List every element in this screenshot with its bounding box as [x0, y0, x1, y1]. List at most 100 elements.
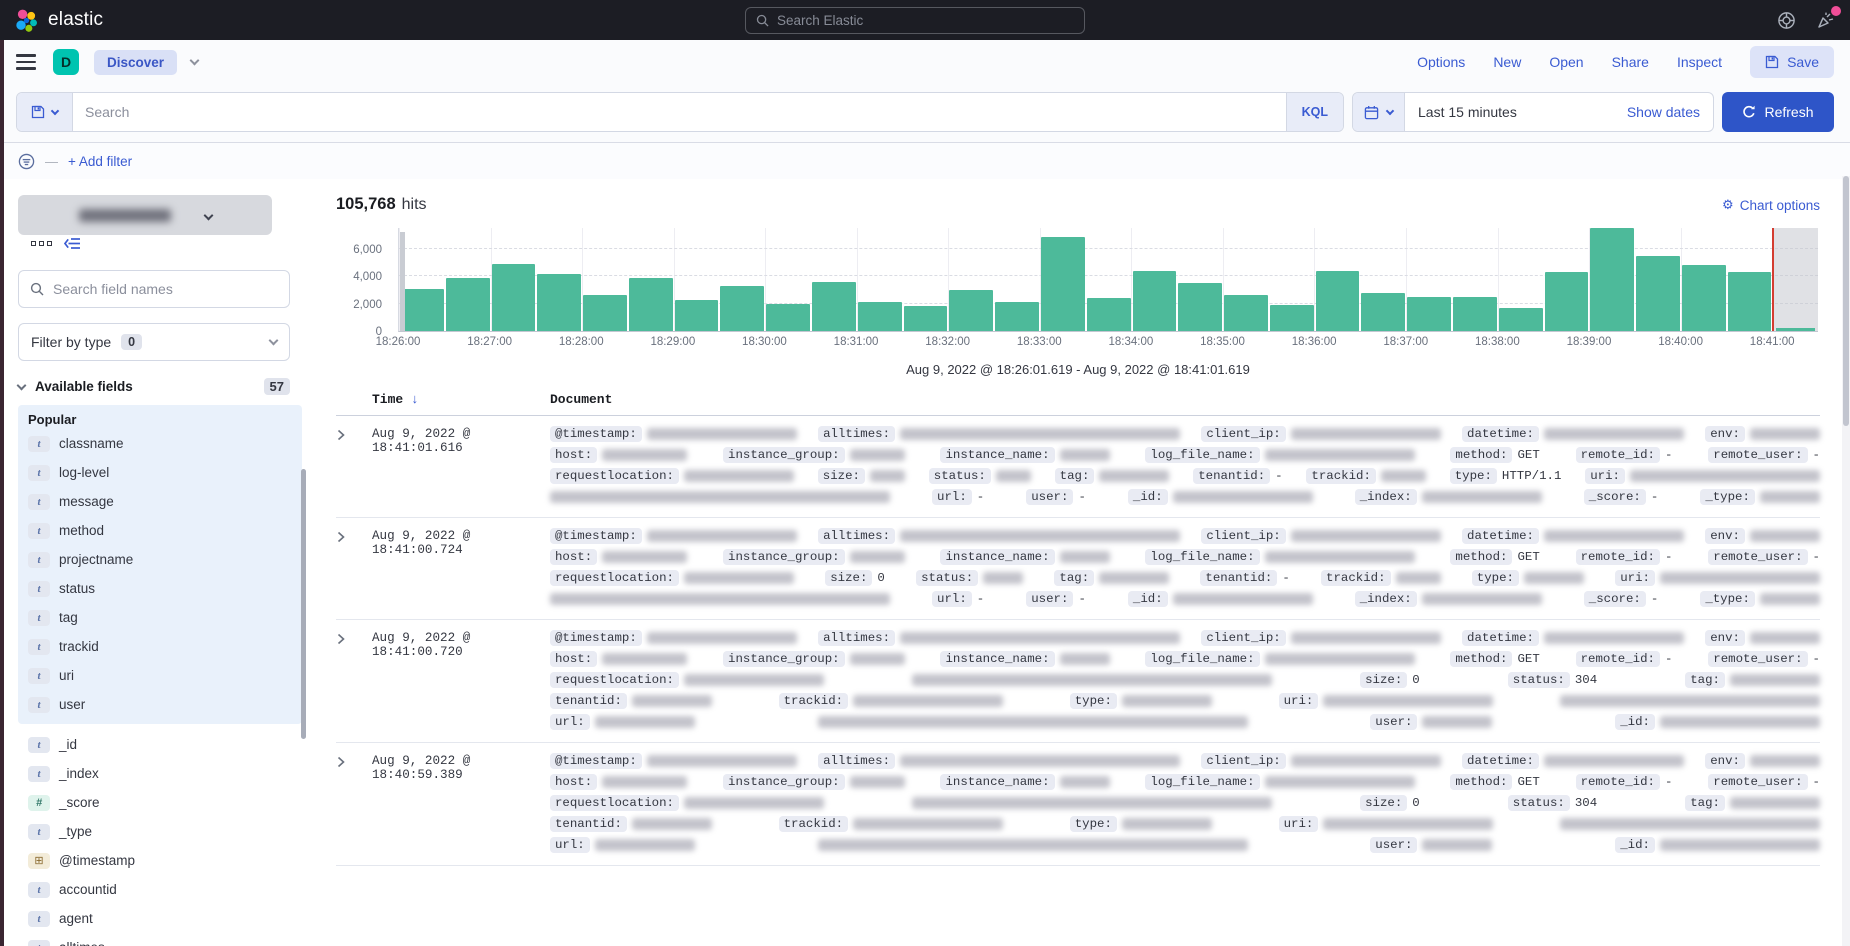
- field-item[interactable]: tlog-level: [18, 458, 302, 487]
- field-chip[interactable]: client_ip:: [1201, 753, 1285, 769]
- field-chip[interactable]: type:: [1450, 468, 1497, 484]
- field-chip[interactable]: instance_name:: [940, 774, 1054, 790]
- expand-row-button[interactable]: [336, 752, 372, 853]
- histogram-bar[interactable]: [995, 302, 1039, 331]
- time-column-header[interactable]: Time ↓: [372, 392, 550, 407]
- field-chip[interactable]: log_file_name:: [1145, 447, 1259, 463]
- share-link[interactable]: Share: [1612, 54, 1649, 70]
- field-chip[interactable]: env:: [1705, 753, 1745, 769]
- field-item[interactable]: tprojectname: [18, 545, 302, 574]
- field-item[interactable]: taccountid: [18, 875, 302, 904]
- histogram-bar[interactable]: [1453, 297, 1497, 331]
- field-chip[interactable]: instance_group:: [723, 549, 845, 565]
- field-chip[interactable]: instance_name:: [940, 651, 1054, 667]
- space-badge[interactable]: D: [53, 49, 79, 75]
- histogram-bar[interactable]: [949, 290, 993, 331]
- histogram-bar[interactable]: [1545, 272, 1589, 331]
- histogram-bar[interactable]: [1499, 308, 1543, 331]
- save-button[interactable]: Save: [1750, 46, 1834, 78]
- field-chip[interactable]: datetime:: [1462, 426, 1539, 442]
- field-chip[interactable]: remote_id:: [1576, 447, 1660, 463]
- field-chip[interactable]: remote_id:: [1576, 549, 1660, 565]
- field-chip[interactable]: alltimes:: [818, 426, 895, 442]
- field-chip[interactable]: _id:: [1615, 714, 1655, 730]
- kql-toggle[interactable]: KQL: [1286, 93, 1343, 131]
- field-item[interactable]: tclassname: [18, 429, 302, 458]
- field-chip[interactable]: type:: [1070, 693, 1117, 709]
- field-chip[interactable]: user:: [1026, 591, 1073, 607]
- field-item[interactable]: tstatus: [18, 574, 302, 603]
- field-chip[interactable]: method:: [1450, 651, 1512, 667]
- histogram-bar[interactable]: [1728, 272, 1772, 331]
- field-chip[interactable]: @timestamp:: [550, 426, 642, 442]
- add-filter-link[interactable]: + Add filter: [68, 154, 132, 169]
- filter-by-type-select[interactable]: Filter by type 0: [18, 323, 290, 361]
- field-item[interactable]: talltimes: [18, 933, 302, 946]
- field-chip[interactable]: tag:: [1685, 672, 1725, 688]
- field-chip[interactable]: url:: [932, 489, 972, 505]
- field-chip[interactable]: uri:: [1615, 570, 1655, 586]
- field-chip[interactable]: remote_user:: [1708, 651, 1807, 667]
- field-chip[interactable]: requestlocation:: [550, 672, 679, 688]
- field-chip[interactable]: url:: [932, 591, 972, 607]
- field-item[interactable]: t_id: [18, 730, 302, 759]
- options-link[interactable]: Options: [1417, 54, 1465, 70]
- field-item[interactable]: tmessage: [18, 487, 302, 516]
- newsfeed-icon[interactable]: [1816, 10, 1836, 30]
- field-chip[interactable]: instance_group:: [723, 447, 845, 463]
- field-item[interactable]: #_score: [18, 788, 302, 817]
- expand-row-button[interactable]: [336, 527, 372, 607]
- field-chip[interactable]: method:: [1450, 447, 1512, 463]
- field-chip[interactable]: user:: [1026, 489, 1073, 505]
- time-range-value[interactable]: Last 15 minutes: [1405, 104, 1530, 120]
- histogram-bar[interactable]: [1041, 237, 1085, 331]
- field-chip[interactable]: uri:: [1585, 468, 1625, 484]
- histogram-bar[interactable]: [675, 300, 719, 331]
- field-chip[interactable]: log_file_name:: [1145, 651, 1259, 667]
- field-chip[interactable]: @timestamp:: [550, 528, 642, 544]
- field-chip[interactable]: instance_group:: [723, 774, 845, 790]
- field-chip[interactable]: _index:: [1355, 591, 1417, 607]
- field-item[interactable]: ttrackid: [18, 632, 302, 661]
- field-chip[interactable]: tenantid:: [1200, 570, 1277, 586]
- field-item[interactable]: t_type: [18, 817, 302, 846]
- field-chip[interactable]: remote_user:: [1708, 774, 1807, 790]
- histogram-bar[interactable]: [1407, 297, 1451, 331]
- refresh-button[interactable]: Refresh: [1722, 92, 1834, 132]
- field-chip[interactable]: host:: [550, 774, 597, 790]
- data-view-picker[interactable]: [18, 195, 272, 235]
- menu-icon[interactable]: [16, 54, 36, 70]
- field-chip[interactable]: size:: [825, 570, 872, 586]
- field-chip[interactable]: tag:: [1054, 570, 1094, 586]
- field-chip[interactable]: _index:: [1355, 489, 1417, 505]
- field-chip[interactable]: _score:: [1584, 489, 1646, 505]
- field-item[interactable]: t_index: [18, 759, 302, 788]
- field-chip[interactable]: tenantid:: [550, 693, 627, 709]
- field-chip[interactable]: @timestamp:: [550, 630, 642, 646]
- inspect-link[interactable]: Inspect: [1677, 54, 1722, 70]
- field-chip[interactable]: url:: [550, 837, 590, 853]
- field-chip[interactable]: method:: [1450, 774, 1512, 790]
- field-chip[interactable]: size:: [1360, 795, 1407, 811]
- breadcrumb[interactable]: Discover: [94, 50, 177, 75]
- help-icon[interactable]: [1777, 11, 1796, 30]
- histogram-bar[interactable]: [1636, 256, 1680, 331]
- field-chip[interactable]: tenantid:: [550, 816, 627, 832]
- histogram-bar[interactable]: [1361, 293, 1405, 331]
- field-chip[interactable]: method:: [1450, 549, 1512, 565]
- field-chip[interactable]: type:: [1472, 570, 1519, 586]
- field-chip[interactable]: trackid:: [779, 816, 849, 832]
- field-search-input[interactable]: Search field names: [18, 270, 290, 308]
- field-chip[interactable]: size:: [1360, 672, 1407, 688]
- sort-descending-icon[interactable]: ↓: [411, 392, 419, 407]
- field-chip[interactable]: datetime:: [1462, 528, 1539, 544]
- field-chip[interactable]: status:: [916, 570, 978, 586]
- available-fields-header[interactable]: Available fields 57: [18, 378, 290, 395]
- field-chip[interactable]: _type:: [1700, 489, 1755, 505]
- collapse-sidebar-icon[interactable]: [64, 236, 81, 251]
- new-link[interactable]: New: [1493, 54, 1521, 70]
- field-chip[interactable]: client_ip:: [1201, 426, 1285, 442]
- field-chip[interactable]: _id:: [1128, 591, 1168, 607]
- histogram-bar[interactable]: [1087, 298, 1131, 331]
- field-chip[interactable]: host:: [550, 651, 597, 667]
